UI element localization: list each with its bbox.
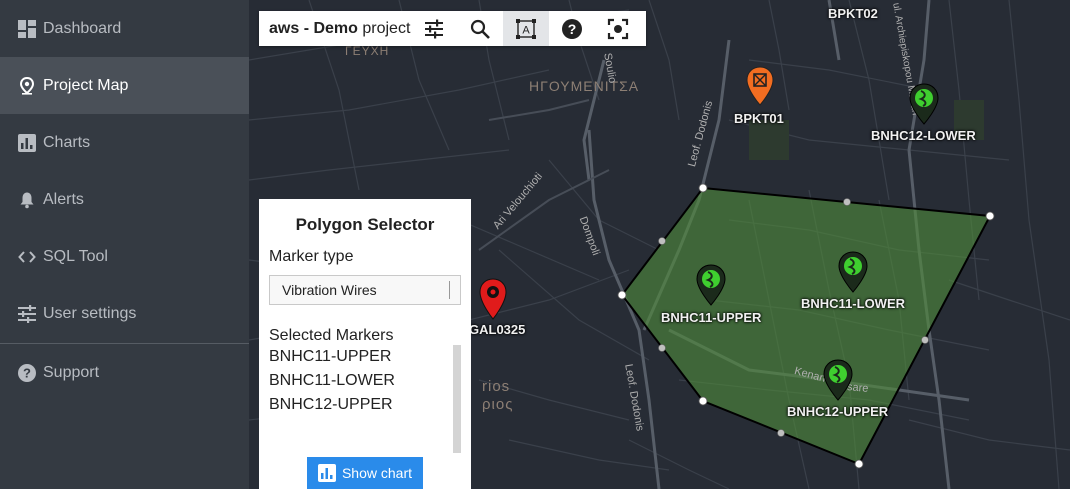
marker-label-bpkt02[interactable]: BPKT02: [828, 6, 878, 21]
marker-label: BNHC11-UPPER: [661, 310, 762, 325]
marker-label: BNHC12-LOWER: [871, 128, 976, 143]
list-item[interactable]: BNHC11-UPPER: [269, 345, 461, 369]
sidebar: Dashboard Project Map Charts Alerts SQL …: [0, 0, 249, 489]
help-button[interactable]: ?: [549, 11, 595, 46]
project-name: aws - Demo: [269, 19, 358, 37]
marker-bnhc12-lower[interactable]: [908, 83, 940, 130]
sidebar-item-label: Support: [43, 363, 100, 381]
marker-type-select[interactable]: Vibration Wires: [269, 275, 461, 305]
sidebar-item-label: Dashboard: [43, 19, 122, 37]
show-chart-button[interactable]: Show chart: [307, 457, 423, 489]
list-scrollbar[interactable]: [453, 345, 461, 453]
list-item[interactable]: BNHC11-LOWER: [269, 369, 461, 393]
sidebar-item-sql-tool[interactable]: SQL Tool: [0, 228, 249, 285]
sidebar-item-dashboard[interactable]: Dashboard: [0, 0, 249, 57]
list-item[interactable]: BNHC12-UPPER: [269, 393, 461, 417]
red-pin-icon: [479, 278, 507, 320]
marker-label: BNHC11-LOWER: [801, 296, 906, 311]
sidebar-item-charts[interactable]: Charts: [0, 114, 249, 171]
marker-label: GAL0325: [469, 322, 526, 337]
text-select-icon: A: [516, 18, 536, 39]
svg-text:?: ?: [568, 21, 577, 37]
marker-label: BNHC12-UPPER: [787, 404, 889, 419]
code-icon: [18, 248, 36, 266]
marker-type-value: Vibration Wires: [282, 282, 377, 298]
project-title: aws - Demo project: [259, 20, 411, 38]
sidebar-item-alerts[interactable]: Alerts: [0, 171, 249, 228]
help-circle-icon: ?: [18, 363, 36, 382]
dashboard-icon: [18, 19, 36, 38]
map-toolbar: aws - Demo project A ?: [259, 11, 646, 46]
marker-type-label: Marker type: [269, 248, 354, 265]
marker-label: BPKT01: [734, 111, 784, 126]
sidebar-item-label: Alerts: [43, 190, 84, 208]
bar-chart-icon: [18, 133, 36, 152]
vibration-wire-pin-icon: [838, 251, 868, 293]
bell-icon: [18, 191, 36, 209]
search-button[interactable]: [457, 11, 503, 46]
selected-markers-list[interactable]: BNHC11-UPPER BNHC11-LOWER BNHC12-UPPER: [269, 345, 461, 453]
polygon-selector-panel: Polygon Selector Marker type Vibration W…: [259, 199, 471, 489]
search-icon: [470, 19, 490, 39]
sliders-icon: [425, 19, 443, 38]
marker-gal0325[interactable]: [478, 278, 508, 325]
fullscreen-icon: [607, 18, 629, 39]
area-label: ΓΕΥΧΗ: [345, 44, 390, 58]
sidebar-item-label: User settings: [43, 304, 137, 322]
sidebar-item-label: Project Map: [43, 76, 129, 94]
map-pin-icon: [18, 76, 36, 95]
svg-text:A: A: [522, 24, 530, 36]
area-label: ριος: [482, 396, 514, 413]
sidebar-item-label: SQL Tool: [43, 247, 108, 265]
area-label: ΗΓΟΥΜΕΝΙΤΣΑ: [529, 78, 640, 94]
polygon-select-button[interactable]: A: [503, 11, 549, 46]
sidebar-item-label: Charts: [43, 133, 91, 151]
marker-bnhc11-lower[interactable]: [837, 251, 869, 298]
sliders-icon: [18, 304, 36, 323]
marker-bnhc12-upper[interactable]: [822, 359, 854, 406]
project-suffix: project: [362, 19, 411, 37]
vibration-wire-pin-icon: [696, 264, 726, 306]
filter-button[interactable]: [411, 11, 457, 46]
svg-text:?: ?: [23, 365, 31, 380]
bar-chart-icon: [317, 464, 336, 482]
marker-bpkt01[interactable]: [745, 66, 775, 111]
show-chart-label: Show chart: [341, 465, 413, 481]
crosshair-pin-icon: [746, 66, 774, 106]
sidebar-item-project-map[interactable]: Project Map: [0, 57, 249, 114]
fullscreen-button[interactable]: [595, 11, 641, 46]
help-icon: ?: [562, 18, 582, 39]
sidebar-item-user-settings[interactable]: User settings: [0, 285, 249, 342]
panel-title: Polygon Selector: [295, 215, 435, 234]
sidebar-item-support[interactable]: ? Support: [0, 344, 249, 401]
selected-markers-title: Selected Markers: [269, 327, 394, 344]
chevron-down-icon: [449, 281, 457, 299]
area-label: rios: [482, 378, 511, 395]
marker-bnhc11-upper[interactable]: [695, 264, 727, 311]
vibration-wire-pin-icon: [909, 83, 939, 125]
vibration-wire-pin-icon: [823, 359, 853, 401]
